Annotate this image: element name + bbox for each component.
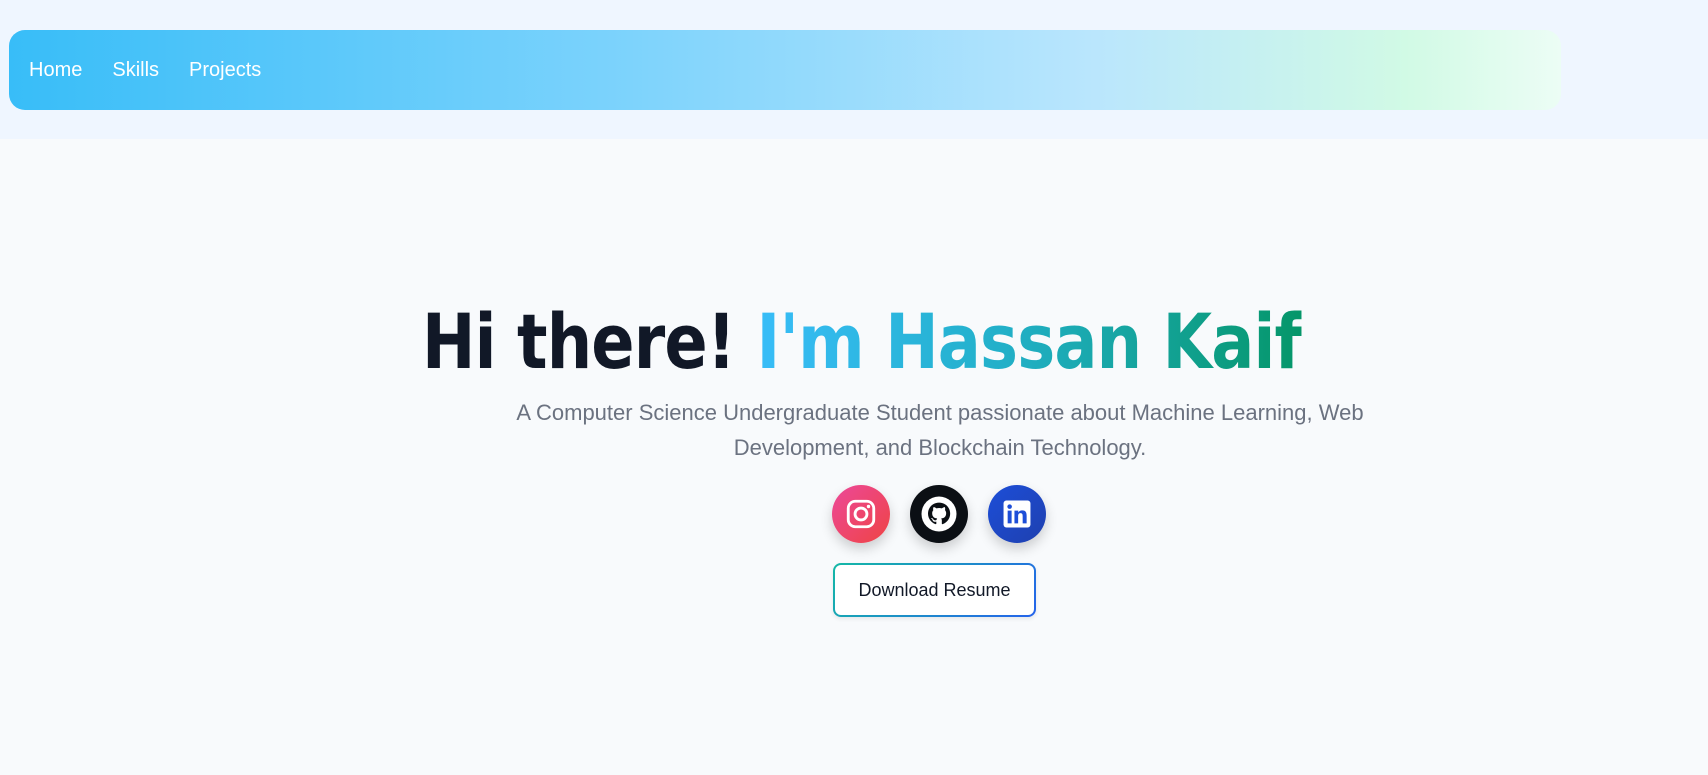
instagram-icon — [846, 499, 876, 529]
github-icon — [921, 496, 957, 532]
hero-name: I'm Hassan Kaif — [756, 297, 1303, 386]
hero-subtitle: A Computer Science Undergraduate Student… — [516, 400, 1364, 460]
hero-section: Hi there! I'm Hassan Kaif A Computer Sci… — [0, 139, 1708, 775]
hero-greeting: Hi there! — [422, 297, 757, 386]
github-button[interactable] — [910, 485, 968, 543]
social-links — [832, 485, 1046, 543]
linkedin-icon — [1003, 500, 1031, 528]
nav-home-link[interactable]: Home — [29, 59, 82, 82]
nav-projects-link[interactable]: Projects — [189, 59, 261, 82]
hero-title: Hi there! I'm Hassan Kaif — [422, 297, 1303, 386]
linkedin-button[interactable] — [988, 485, 1046, 543]
header-band: Home Skills Projects — [0, 0, 1708, 139]
nav-skills-link[interactable]: Skills — [112, 59, 159, 82]
instagram-button[interactable] — [832, 485, 890, 543]
navbar: Home Skills Projects — [9, 30, 1561, 110]
download-resume-button[interactable]: Download Resume — [833, 563, 1036, 617]
